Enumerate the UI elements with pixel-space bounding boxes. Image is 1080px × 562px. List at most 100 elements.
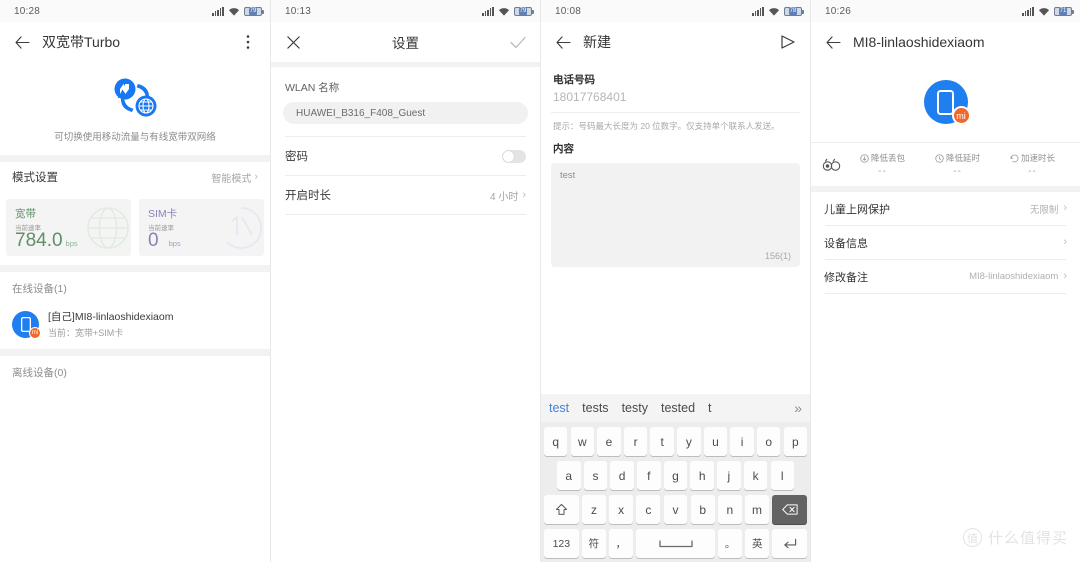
wlan-name-input[interactable]: HUAWEI_B316_F408_Guest: [283, 102, 528, 124]
wifi-icon: [768, 7, 780, 16]
suggestion-4[interactable]: t: [708, 401, 711, 415]
key-d[interactable]: d: [610, 461, 634, 490]
suggestion-1[interactable]: tests: [582, 401, 608, 415]
key-e[interactable]: e: [597, 427, 621, 456]
battery-level-2: 79: [518, 7, 528, 15]
chevron-right-icon: ›: [1063, 236, 1067, 248]
status-icons-3: 78: [752, 6, 804, 16]
key-symbols[interactable]: 符: [581, 529, 606, 558]
key-k[interactable]: k: [743, 461, 768, 490]
send-icon[interactable]: [776, 30, 800, 54]
back-icon[interactable]: [10, 30, 34, 54]
status-time-4: 10:26: [825, 5, 852, 17]
key-l[interactable]: l: [770, 461, 794, 490]
key-language[interactable]: 英: [745, 529, 770, 558]
status-bar-2: 10:13 79: [271, 0, 540, 22]
status-bar: 10:28 79: [0, 0, 270, 22]
row-device-info[interactable]: 设备信息 ›: [811, 226, 1080, 259]
broadband-card-value: 784.0: [15, 230, 63, 251]
key-n[interactable]: n: [717, 495, 742, 524]
key-i[interactable]: i: [730, 427, 754, 456]
screenshot-collage: 10:28 79 双宽带Turbo 可切换使用移动流量与有线宽带双网络 模式设置…: [0, 0, 1080, 562]
key-q[interactable]: q: [543, 427, 568, 456]
password-row[interactable]: 密码: [271, 137, 540, 175]
app-bar-4: MI8-linlaoshidexiaom: [811, 22, 1080, 62]
phone-number-input[interactable]: 18017768401: [541, 90, 810, 112]
key-g[interactable]: g: [663, 461, 688, 490]
key-z[interactable]: z: [581, 495, 606, 524]
speed-cards: 宽带 当前速率 784.0 bps SIM卡 当前速率 0 bps: [0, 192, 270, 265]
device-avatar-large: mi: [811, 62, 1080, 142]
device-row[interactable]: mi [自己]MI8-linlaoshidexiaom 当前：宽带+SIM卡: [0, 303, 270, 349]
suggestion-0[interactable]: test: [549, 401, 569, 415]
key-enter[interactable]: [772, 529, 807, 558]
metric-value-0: --: [878, 166, 887, 177]
key-f[interactable]: f: [637, 461, 661, 490]
content-label: 内容: [553, 143, 574, 155]
device-avatar: mi: [12, 310, 41, 339]
row-value-wrap-1: ›: [1058, 237, 1067, 248]
key-u[interactable]: u: [703, 427, 728, 456]
row-edit-note[interactable]: 修改备注 MI8-linlaoshidexiaom ›: [811, 260, 1080, 293]
back-icon[interactable]: [551, 30, 575, 54]
device-sub: 当前：宽带+SIM卡: [48, 328, 124, 338]
more-suggestions-icon[interactable]: »: [787, 400, 802, 416]
key-r[interactable]: r: [623, 427, 648, 456]
duration-label: 开启时长: [285, 190, 331, 202]
message-textarea[interactable]: test 156(1): [551, 163, 800, 267]
back-icon[interactable]: [821, 30, 845, 54]
key-a[interactable]: a: [557, 461, 581, 490]
overflow-menu-icon[interactable]: [236, 30, 260, 54]
key-t[interactable]: t: [650, 427, 674, 456]
char-counter: 156(1): [764, 251, 791, 261]
key-v[interactable]: v: [663, 495, 688, 524]
device-text: [自己]MI8-linlaoshidexiaom 当前：宽带+SIM卡: [48, 309, 173, 339]
key-s[interactable]: s: [583, 461, 608, 490]
sim-speed-card[interactable]: SIM卡 当前速率 0 bps: [139, 199, 264, 256]
status-icons-2: 79: [482, 6, 534, 16]
sim-card-value-wrap: 0 bps: [148, 231, 264, 254]
row-child-protection[interactable]: 儿童上网保护 无限制 ›: [811, 192, 1080, 225]
space-icon: [658, 539, 693, 547]
key-period[interactable]: 。: [718, 529, 743, 558]
row-label-2: 修改备注: [824, 271, 868, 284]
shift-key[interactable]: [544, 495, 579, 524]
panel-wlan-settings: 10:13 79 设置 WLAN 名称 HUAWEI_B316_F408_Gue…: [270, 0, 540, 562]
key-numeric[interactable]: 123: [544, 529, 579, 558]
sim-card-title: SIM卡: [148, 208, 178, 220]
duration-value-wrap: 4 小时 ›: [490, 188, 526, 203]
app-bar-3: 新建: [541, 22, 810, 62]
key-x[interactable]: x: [609, 495, 634, 524]
metric-value-2: --: [1028, 166, 1037, 177]
signal-icon: [1022, 6, 1034, 16]
panel-new-sms: 10:08 78 新建 电话号码 18017768401 提示：号码最大长度为 …: [540, 0, 810, 562]
signal-icon: [482, 6, 494, 16]
watermark-logo-icon: 值: [962, 528, 982, 547]
online-devices-label: 在线设备(1): [0, 272, 270, 303]
clock-icon: [935, 153, 944, 163]
key-w[interactable]: w: [570, 427, 595, 456]
key-comma[interactable]: ，: [608, 529, 633, 558]
battery-icon: 71: [1054, 6, 1074, 16]
section-gap: [0, 155, 270, 162]
key-c[interactable]: c: [636, 495, 661, 524]
duration-row[interactable]: 开启时长 4 小时 ›: [271, 176, 540, 214]
backspace-key[interactable]: [772, 495, 807, 524]
key-space[interactable]: [636, 529, 715, 558]
key-p[interactable]: p: [783, 427, 808, 456]
suggestion-bar: test tests testy tested t »: [541, 394, 810, 422]
key-m[interactable]: m: [745, 495, 769, 524]
key-j[interactable]: j: [717, 461, 741, 490]
key-y[interactable]: y: [677, 427, 701, 456]
mi-badge-icon: mi: [29, 326, 41, 339]
key-h[interactable]: h: [690, 461, 714, 490]
key-b[interactable]: b: [690, 495, 715, 524]
key-o[interactable]: o: [756, 427, 781, 456]
avatar: mi: [923, 80, 971, 125]
mode-setting-row[interactable]: 模式设置 智能模式 ›: [0, 162, 270, 192]
suggestion-2[interactable]: testy: [622, 401, 648, 415]
password-toggle[interactable]: [502, 149, 526, 163]
broadband-speed-card[interactable]: 宽带 当前速率 784.0 bps: [6, 199, 131, 256]
suggestion-3[interactable]: tested: [661, 401, 695, 415]
sim-card-value: 0: [148, 230, 159, 251]
